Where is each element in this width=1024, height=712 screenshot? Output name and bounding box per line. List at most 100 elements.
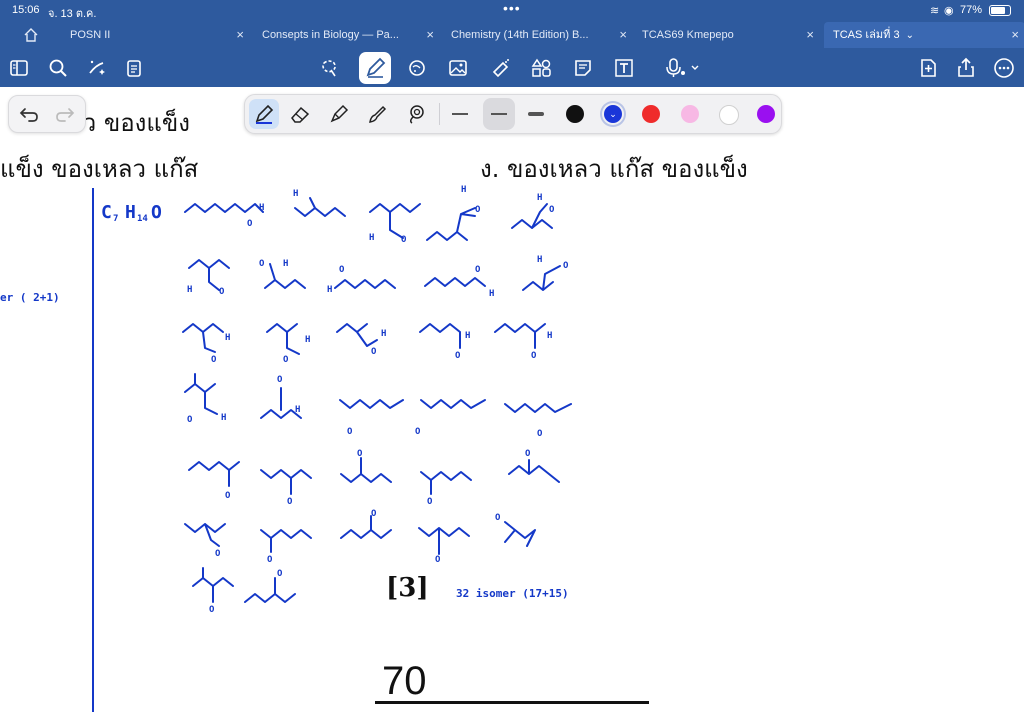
- isomer-sketch: [426, 207, 476, 241]
- sticky-note-icon[interactable]: [570, 55, 596, 81]
- color-swatch[interactable]: [757, 105, 775, 123]
- close-icon[interactable]: ×: [236, 22, 244, 48]
- magic-icon[interactable]: [84, 55, 110, 81]
- svg-text:H: H: [461, 185, 466, 195]
- lasso-icon[interactable]: [316, 55, 342, 81]
- color-swatch[interactable]: [642, 105, 660, 123]
- isomer-sketch: [334, 279, 396, 289]
- brush-tool[interactable]: [362, 99, 392, 129]
- svg-text:O: O: [401, 235, 407, 245]
- color-swatch[interactable]: [681, 105, 699, 123]
- svg-text:O: O: [287, 497, 293, 507]
- microphone-icon[interactable]: [662, 55, 702, 81]
- elements-icon[interactable]: [528, 55, 554, 81]
- svg-text:O: O: [209, 605, 215, 615]
- add-page-icon[interactable]: [915, 55, 941, 81]
- svg-text:H: H: [381, 329, 386, 339]
- molecular-formula: C 7 H 14 O: [101, 202, 181, 232]
- undo-button[interactable]: [15, 100, 43, 128]
- chevron-down-icon[interactable]: ⌄: [906, 30, 914, 41]
- isomer-sketch: [336, 323, 378, 347]
- tape-icon[interactable]: [487, 55, 513, 81]
- multitask-dots-icon[interactable]: •••: [503, 0, 521, 16]
- svg-text:O: O: [563, 261, 569, 271]
- pen-icon[interactable]: [359, 52, 391, 84]
- highlighter-tool[interactable]: [324, 99, 354, 129]
- redo-button[interactable]: [51, 100, 79, 128]
- clipboard-icon[interactable]: [121, 55, 147, 81]
- shape-icon[interactable]: [404, 55, 430, 81]
- svg-text:O: O: [495, 513, 501, 523]
- svg-text:O: O: [283, 355, 289, 365]
- svg-text:O: O: [215, 549, 221, 559]
- redo-icon: [56, 108, 75, 122]
- color-swatch[interactable]: ⌄: [604, 105, 622, 123]
- isomer-sketch: [182, 323, 224, 353]
- sidebar-icon[interactable]: [6, 55, 32, 81]
- status-date: จ. 13 ต.ค.: [48, 8, 97, 20]
- image-icon[interactable]: [445, 55, 471, 81]
- color-swatch[interactable]: [719, 105, 739, 125]
- pen-toolbar: ⌄: [244, 94, 782, 134]
- isomer-sketches: HO HH O HO HO HO OH HO OH HO OH OH OH OH …: [182, 185, 572, 615]
- isomer-sketch: [418, 527, 470, 555]
- tab-chemistry[interactable]: Chemistry (14th Edition) B... ×: [443, 22, 633, 48]
- svg-text:H: H: [537, 255, 542, 265]
- thin-stroke-option[interactable]: [447, 101, 473, 127]
- svg-text:O: O: [475, 265, 481, 275]
- svg-text:H: H: [369, 233, 374, 243]
- svg-text:O: O: [357, 449, 363, 459]
- battery-percent: 77%: [960, 4, 983, 16]
- close-icon[interactable]: ×: [426, 22, 434, 48]
- brush-icon: [369, 105, 387, 123]
- formula-c-sub: 7: [113, 214, 119, 224]
- tab-label: TCAS เล่มที่ 3: [833, 29, 900, 41]
- svg-text:O: O: [347, 427, 353, 437]
- isomer-sketch: [184, 523, 226, 547]
- tab-tcas3[interactable]: TCAS เล่มที่ 3 ⌄ ×: [824, 22, 1024, 48]
- svg-text:O: O: [531, 351, 537, 361]
- isomer-sketch: [508, 459, 560, 483]
- svg-text:O: O: [371, 509, 377, 519]
- more-icon[interactable]: [991, 55, 1017, 81]
- color-swatch[interactable]: [566, 105, 584, 123]
- svg-text:H: H: [225, 333, 230, 343]
- medium-stroke-option[interactable]: [483, 98, 515, 130]
- page-number-underline: [375, 701, 649, 704]
- isomer-sketch: [511, 203, 553, 229]
- undo-icon: [19, 108, 38, 122]
- svg-text:O: O: [537, 429, 543, 439]
- answer-ref: [3]: [386, 573, 429, 603]
- formula-c: C: [101, 202, 112, 223]
- svg-text:H: H: [259, 203, 264, 213]
- svg-text:O: O: [211, 355, 217, 365]
- share-icon[interactable]: [953, 55, 979, 81]
- isomer-sketch: [420, 471, 472, 495]
- tab-biology[interactable]: Consepts in Biology — Pa... ×: [254, 22, 440, 48]
- close-icon[interactable]: ×: [619, 22, 627, 48]
- margin-rule: [92, 188, 94, 712]
- lasso-rope-tool[interactable]: [401, 99, 431, 129]
- isomer-sketch: [494, 323, 546, 349]
- lasso-rope-icon: [409, 105, 424, 124]
- tab-posn[interactable]: POSN II ×: [62, 22, 250, 48]
- home-tab[interactable]: [12, 22, 52, 48]
- svg-text:O: O: [455, 351, 461, 361]
- text-box-icon[interactable]: [611, 55, 637, 81]
- svg-text:H: H: [537, 193, 542, 203]
- undo-redo-panel: [8, 95, 86, 133]
- close-icon[interactable]: ×: [1011, 22, 1019, 48]
- svg-text:O: O: [267, 555, 273, 565]
- search-icon[interactable]: [45, 55, 71, 81]
- close-icon[interactable]: ×: [806, 22, 814, 48]
- app-chrome: 15:06 จ. 13 ต.ค. ••• ≋ ◉ 77% POSN II × Co…: [0, 0, 1024, 87]
- svg-text:O: O: [549, 205, 555, 215]
- isomer-sketch: [188, 259, 230, 291]
- toolbar-divider: [439, 103, 440, 125]
- tab-tcas69[interactable]: TCAS69 Kmepepo ×: [634, 22, 820, 48]
- fountain-pen-tool[interactable]: [249, 99, 279, 129]
- thick-stroke-option[interactable]: [523, 101, 549, 127]
- svg-text:O: O: [427, 497, 433, 507]
- eraser-tool[interactable]: [285, 99, 315, 129]
- margin-note: er ( 2+1): [0, 291, 60, 304]
